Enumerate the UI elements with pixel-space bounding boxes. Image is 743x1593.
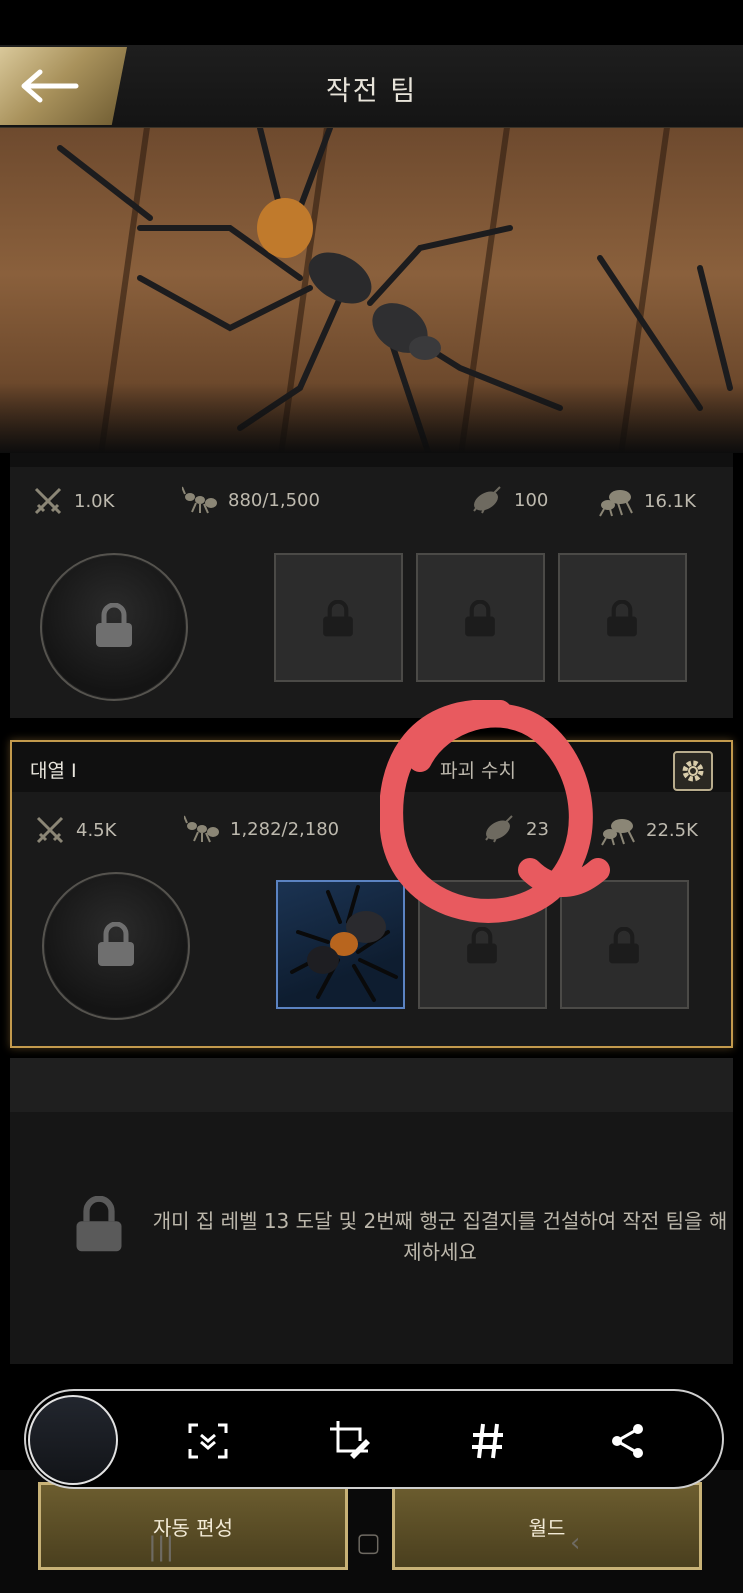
siege-stat: 16.1K <box>598 485 696 517</box>
lock-icon <box>96 603 132 647</box>
gear-icon <box>682 760 704 782</box>
hashtag-icon <box>472 1423 503 1459</box>
world-label: 월드 <box>528 1515 566 1540</box>
load-value: 100 <box>514 489 549 511</box>
siege-value: 22.5K <box>646 819 698 841</box>
power-value: 1.0K <box>74 490 115 512</box>
hashtag-button[interactable] <box>466 1419 510 1463</box>
troop-slot-locked[interactable] <box>274 553 403 682</box>
team-title: 대열 I <box>30 760 77 782</box>
hero-ant-image <box>0 128 743 453</box>
lock-icon <box>323 600 353 637</box>
scroll-capture-button[interactable] <box>186 1419 230 1463</box>
load-value: 23 <box>526 818 549 840</box>
auto-compose-button[interactable]: 자동 편성 <box>38 1482 348 1570</box>
team-card-1: 대열 I 파괴 수치 4.5K 1,282/2,180 23 22.5K <box>10 740 733 1048</box>
team-card-top: 1.0K 880/1,500 100 16.1K <box>10 453 733 718</box>
power-stat: 4.5K <box>34 814 116 846</box>
beetle-icon <box>473 486 501 514</box>
ant-icon <box>182 486 217 514</box>
share-icon <box>612 1424 643 1458</box>
leader-slot-locked[interactable] <box>40 553 188 701</box>
troop-slot-locked[interactable] <box>418 880 547 1009</box>
beetle-icon <box>485 815 513 843</box>
troops-stat: 1,282/2,180 <box>184 814 339 844</box>
lock-icon <box>76 1196 122 1252</box>
power-value: 4.5K <box>76 819 117 841</box>
scroll-capture-icon <box>188 1423 228 1459</box>
troops-value: 1,282/2,180 <box>230 818 340 840</box>
team-settings-button[interactable] <box>673 751 713 791</box>
ant-icon <box>184 815 219 843</box>
world-button[interactable]: 월드 <box>392 1482 702 1570</box>
home-icon[interactable]: ▢ <box>356 1528 381 1558</box>
siege-value: 16.1K <box>644 490 696 512</box>
screenshot-thumbnail[interactable] <box>28 1395 118 1485</box>
siege-ant-icon <box>599 490 633 517</box>
load-stat: 23 <box>480 814 549 844</box>
lock-icon <box>467 927 497 964</box>
lock-icon <box>607 600 637 637</box>
recent-apps-icon[interactable]: ||| <box>148 1532 174 1562</box>
troop-slot-locked[interactable] <box>416 553 545 682</box>
status-bar <box>0 0 743 45</box>
lock-icon <box>465 600 495 637</box>
siege-stat: 22.5K <box>600 814 698 846</box>
crop-edit-icon <box>330 1421 370 1459</box>
troops-stat: 880/1,500 <box>182 485 320 515</box>
title-bar: 작전 팀 <box>0 45 743 128</box>
unlock-requirement-text: 개미 집 레벨 13 도달 및 2번째 행군 집결지를 건설하여 작전 팀을 해… <box>152 1209 728 1264</box>
lock-icon <box>98 922 134 966</box>
siege-ant-icon <box>601 819 635 846</box>
crop-edit-button[interactable] <box>328 1419 372 1463</box>
crossed-swords-icon <box>36 816 64 844</box>
troop-slot-locked[interactable] <box>560 880 689 1009</box>
ant-portrait <box>290 885 398 1002</box>
power-stat: 1.0K <box>32 485 114 517</box>
share-button[interactable] <box>606 1419 650 1463</box>
lock-icon <box>609 927 639 964</box>
locked-team-card: 개미 집 레벨 13 도달 및 2번째 행군 집결지를 건설하여 작전 팀을 해… <box>10 1058 733 1364</box>
leader-slot-locked[interactable] <box>42 872 190 1020</box>
troop-slot-ant[interactable] <box>276 880 405 1009</box>
troops-value: 880/1,500 <box>228 489 320 511</box>
crossed-swords-icon <box>34 487 62 515</box>
screenshot-toolbar <box>24 1389 724 1489</box>
page-title: 작전 팀 <box>325 76 418 107</box>
troop-slot-locked[interactable] <box>558 553 687 682</box>
load-stat: 100 <box>468 485 548 515</box>
nav-back-icon[interactable]: ‹ <box>570 1528 580 1558</box>
team-sub-label: 파괴 수치 <box>440 760 516 782</box>
